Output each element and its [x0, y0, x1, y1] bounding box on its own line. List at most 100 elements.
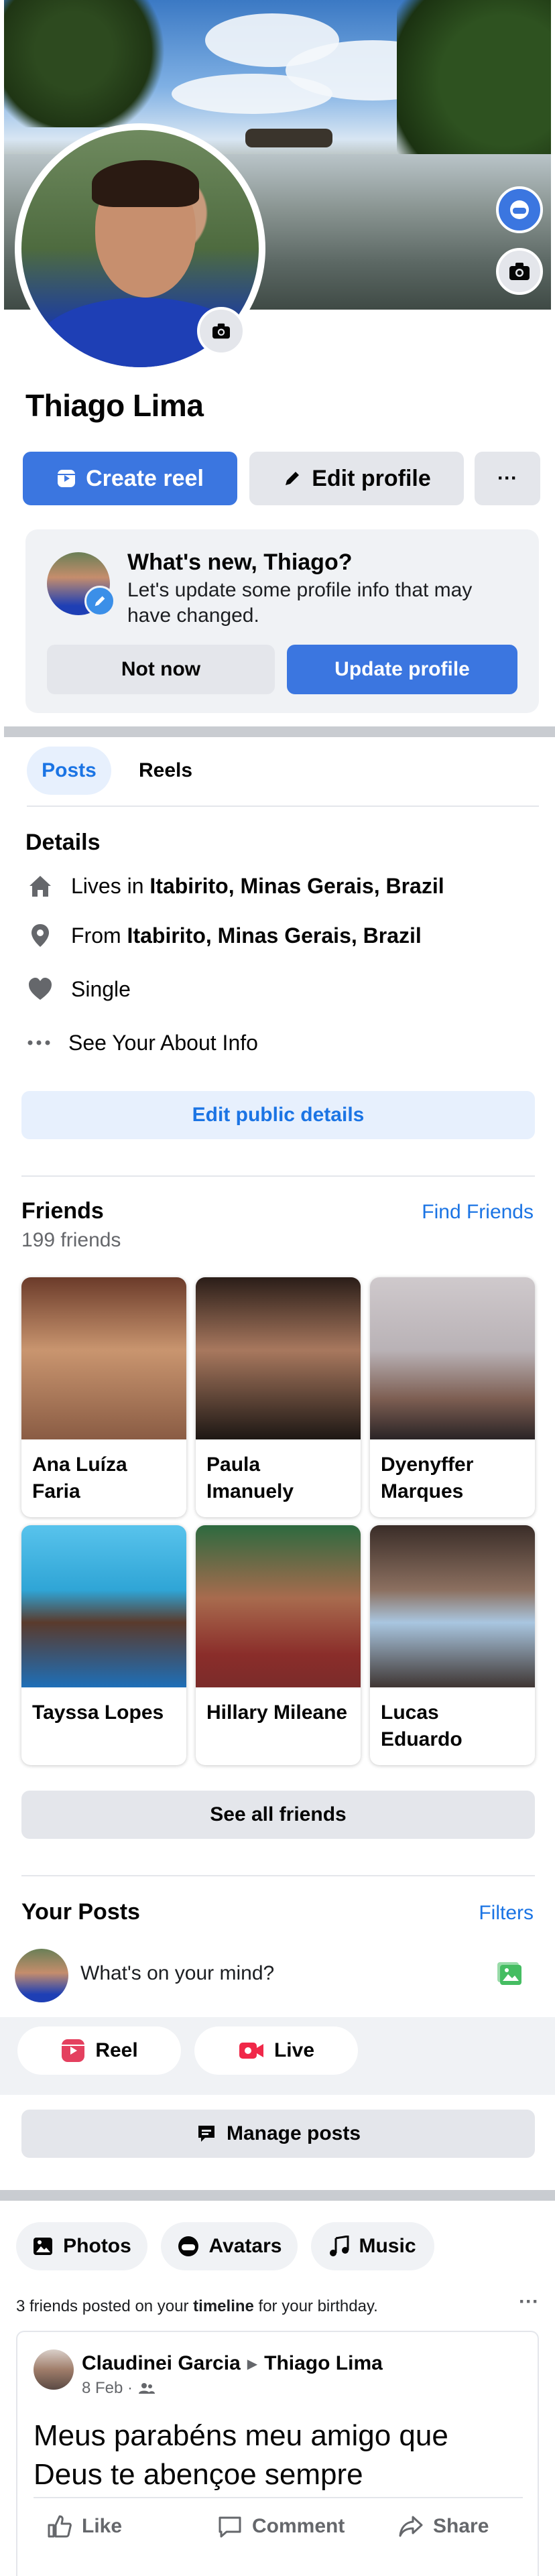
friend-name: Paula Imanuely: [206, 1454, 294, 1502]
tab-reels[interactable]: Reels: [123, 747, 208, 795]
manage-posts-label: Manage posts: [226, 2122, 361, 2144]
create-reel-button[interactable]: Create reel: [23, 452, 237, 505]
more-icon: ···: [497, 467, 517, 489]
divider: [21, 1875, 535, 1876]
timeline-more-button[interactable]: ···: [519, 2291, 539, 2313]
details-title: Details: [25, 830, 101, 855]
post-date: 8 Feb ·: [82, 2379, 133, 2397]
friends-audience-icon: [138, 2382, 156, 2395]
friend-name: Lucas Eduardo: [381, 1701, 462, 1750]
not-now-button[interactable]: Not now: [47, 645, 275, 694]
more-options-button[interactable]: ···: [475, 452, 540, 505]
from-place: Itabirito, Minas Gerais, Brazil: [127, 923, 422, 948]
post-arrow: ▶: [247, 2356, 258, 2372]
avatar-face-icon: [508, 198, 531, 221]
friend-card[interactable]: Hillary Mileane: [196, 1525, 361, 1765]
post-card: Claudinei Garcia ▶ Thiago Lima 8 Feb · M…: [16, 2331, 539, 2576]
friend-name: Tayssa Lopes: [32, 1701, 164, 1724]
edit-profile-button[interactable]: Edit profile: [249, 452, 464, 505]
avatar-face-icon: [177, 2235, 200, 2258]
friend-card[interactable]: Dyenyffer Marques: [370, 1277, 535, 1517]
comment-icon: [217, 2514, 243, 2538]
music-note-icon: [329, 2236, 349, 2257]
cover-camera-button[interactable]: [496, 248, 543, 295]
camera-icon: [211, 322, 231, 340]
divider: [34, 2497, 523, 2498]
heart-icon: [27, 976, 54, 1003]
see-all-friends-button[interactable]: See all friends: [21, 1791, 535, 1839]
post-target[interactable]: Thiago Lima: [264, 2352, 383, 2375]
like-label: Like: [82, 2515, 123, 2537]
reel-icon: [60, 2038, 86, 2063]
section-divider: [4, 726, 555, 737]
detail-about-link[interactable]: See Your About Info: [27, 1029, 258, 1056]
timeline-note-prefix: 3 friends posted on your: [16, 2297, 194, 2315]
edit-profile-label: Edit profile: [312, 465, 431, 491]
timeline-note-bold: timeline: [193, 2297, 254, 2315]
post-header: Claudinei Garcia ▶ Thiago Lima: [82, 2352, 383, 2375]
photos-label: Photos: [63, 2235, 131, 2257]
find-friends-link[interactable]: Find Friends: [422, 1201, 534, 1224]
friend-card[interactable]: Lucas Eduardo: [370, 1525, 535, 1765]
relationship-status: Single: [71, 976, 131, 1001]
like-button[interactable]: Like: [47, 2514, 122, 2538]
card-text: Let's update some profile info that may …: [127, 579, 473, 627]
friend-name: Ana Luíza Faria: [32, 1454, 127, 1502]
share-button[interactable]: Share: [398, 2514, 489, 2538]
avatar-switch-button[interactable]: [496, 186, 543, 233]
composer-input[interactable]: What's on your mind?: [80, 1962, 274, 1985]
update-profile-label: Update profile: [334, 658, 470, 680]
friends-count: 199 friends: [21, 1229, 121, 1251]
filters-link[interactable]: Filters: [479, 1902, 534, 1925]
share-arrow-icon: [398, 2514, 424, 2538]
manage-posts-icon: [196, 2123, 217, 2144]
your-posts-title: Your Posts: [21, 1899, 140, 1925]
thumbs-up-icon: [47, 2514, 72, 2538]
not-now-label: Not now: [121, 658, 201, 680]
photo-icon[interactable]: [496, 1959, 526, 1992]
tab-reels-label: Reels: [138, 759, 193, 781]
about-label: See Your About Info: [68, 1030, 258, 1055]
live-button[interactable]: Live: [194, 2026, 358, 2075]
profile-update-card: What's new, Thiago? Let's update some pr…: [25, 529, 539, 713]
friend-photo: [370, 1277, 535, 1439]
friend-card[interactable]: Tayssa Lopes: [21, 1525, 186, 1765]
from-prefix: From: [71, 923, 127, 948]
post-author-avatar[interactable]: [34, 2349, 74, 2390]
edit-badge-icon: [84, 586, 115, 617]
profile-name: Thiago Lima: [25, 388, 204, 423]
detail-relationship: Single: [27, 976, 131, 1003]
post-author[interactable]: Claudinei Garcia: [82, 2352, 241, 2375]
friend-card[interactable]: Paula Imanuely: [196, 1277, 361, 1517]
timeline-note: 3 friends posted on your timeline for yo…: [16, 2297, 378, 2316]
manage-posts-button[interactable]: Manage posts: [21, 2110, 535, 2158]
post-text: Meus parabéns meu amigo que Deus te aben…: [34, 2419, 448, 2491]
comment-label: Comment: [252, 2515, 345, 2537]
update-profile-button[interactable]: Update profile: [287, 645, 517, 694]
reel-button[interactable]: Reel: [17, 2026, 181, 2075]
music-tab[interactable]: Music: [311, 2222, 434, 2270]
avatars-tab[interactable]: Avatars: [161, 2222, 298, 2270]
comment-button[interactable]: Comment: [217, 2514, 345, 2538]
divider: [21, 1175, 535, 1177]
tab-posts[interactable]: Posts: [27, 747, 111, 795]
detail-from: From Itabirito, Minas Gerais, Brazil: [27, 922, 422, 949]
friend-photo: [370, 1525, 535, 1687]
friend-photo: [21, 1277, 186, 1439]
edit-public-details-button[interactable]: Edit public details: [21, 1091, 535, 1139]
camera-icon: [508, 261, 531, 281]
section-divider: [0, 2190, 555, 2201]
timeline-note-suffix: for your birthday.: [253, 2297, 378, 2315]
share-label: Share: [433, 2515, 489, 2537]
post-meta: 8 Feb ·: [82, 2379, 156, 2398]
friend-photo: [21, 1525, 186, 1687]
ellipsis-icon: [27, 1029, 51, 1056]
reel-label: Reel: [95, 2039, 138, 2061]
avatars-label: Avatars: [208, 2235, 282, 2257]
friend-photo: [196, 1277, 361, 1439]
photos-tab[interactable]: Photos: [16, 2222, 147, 2270]
profile-camera-button[interactable]: [197, 307, 245, 355]
tab-posts-label: Posts: [42, 759, 97, 781]
friend-card[interactable]: Ana Luíza Faria: [21, 1277, 186, 1517]
live-label: Live: [273, 2039, 315, 2061]
